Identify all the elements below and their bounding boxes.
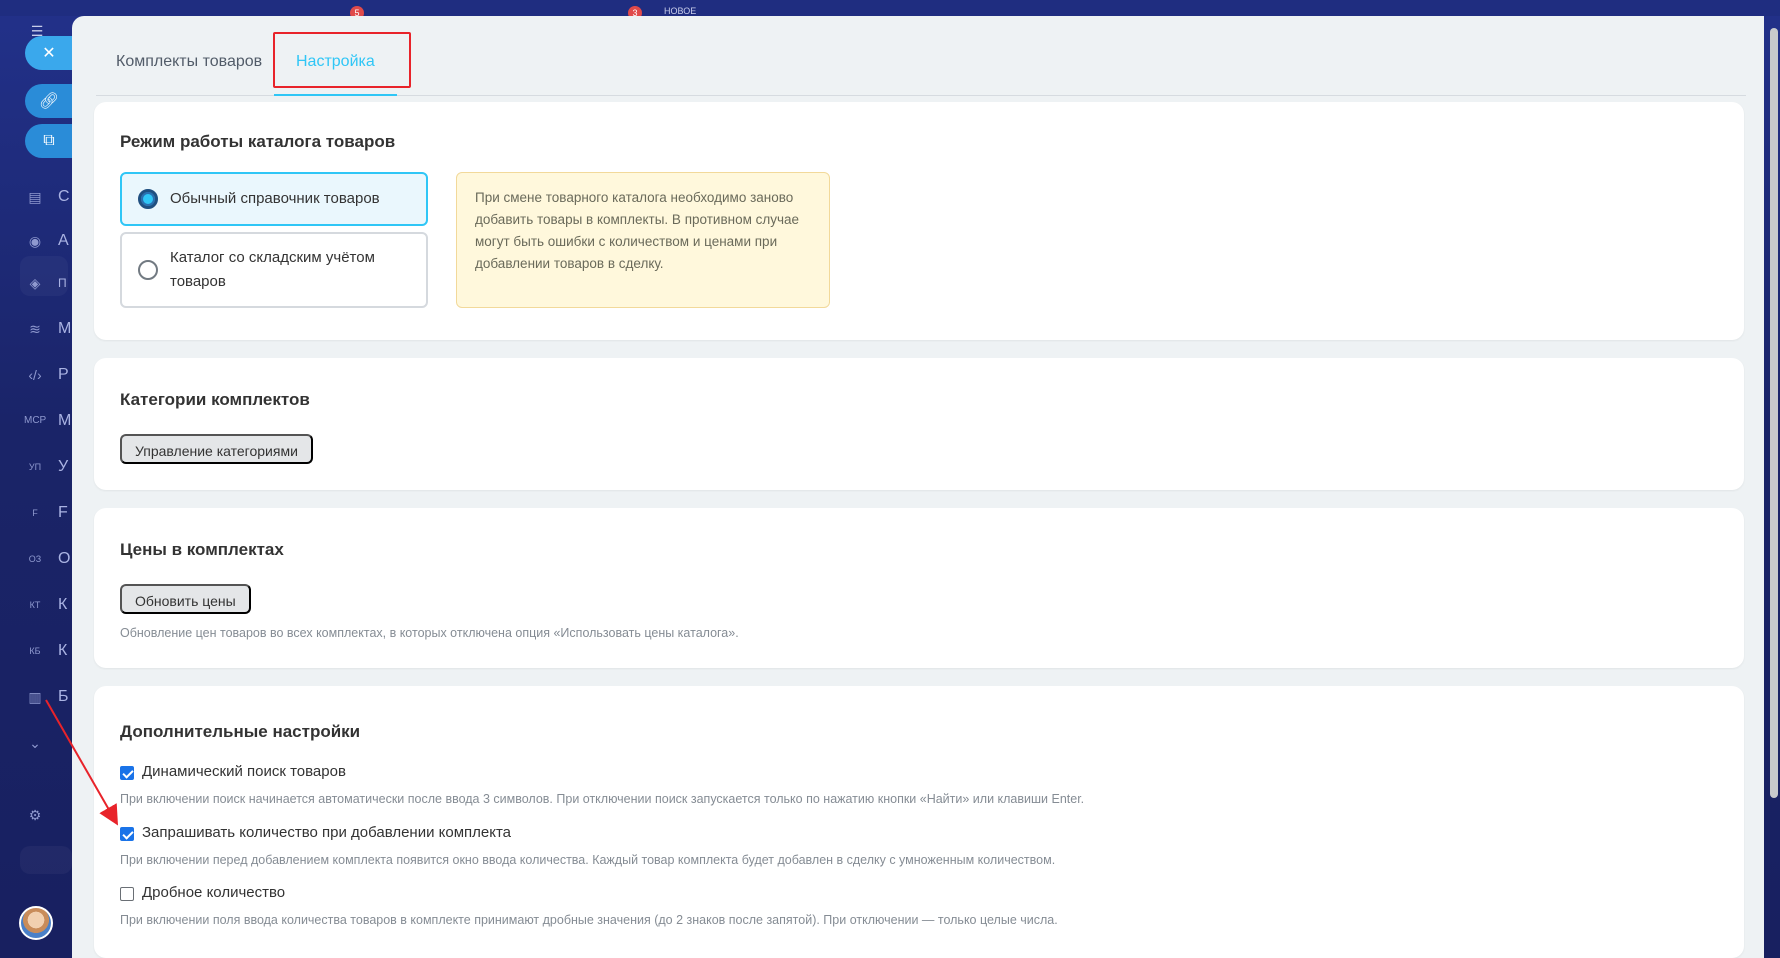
link-icon: 🔗︎ (38, 93, 60, 110)
close-slider-button[interactable]: ✕ (25, 36, 73, 70)
section-title: Режим работы каталога товаров (120, 132, 396, 151)
settings-slider: Комплекты товаров Настройка Режим работы… (72, 16, 1764, 958)
rail-label: Б (58, 688, 69, 705)
rail-label: М (58, 412, 72, 429)
warning-note: При смене товарного каталога необходимо … (456, 172, 830, 308)
checkbox-label[interactable]: Динамический поиск товаров (142, 763, 346, 780)
book-icon[interactable]: ▥ (24, 686, 46, 708)
close-icon: ✕ (42, 45, 56, 62)
card-icon[interactable]: ▤ (24, 186, 46, 208)
rail-label: Р (58, 366, 69, 383)
background-top-bar: 5 3 НОВОЕ (0, 0, 1780, 20)
tab-product-kits[interactable]: Комплекты товаров (116, 32, 262, 96)
rail-label: А (58, 232, 69, 249)
active-tab-indicator (274, 94, 397, 96)
option-label: Обычный справочник товаров (170, 190, 380, 207)
f-icon[interactable]: F (24, 502, 46, 524)
radio-unselected[interactable] (138, 260, 158, 280)
external-link-icon: ⧉ (43, 132, 55, 149)
mcp-icon[interactable]: МСР (24, 410, 46, 432)
up-icon[interactable]: УП (24, 456, 46, 478)
ask-quantity-checkbox[interactable] (120, 827, 134, 841)
dynamic-search-checkbox[interactable] (120, 766, 134, 780)
checkbox-label[interactable]: Дробное количество (142, 884, 285, 901)
catalog-option-simple[interactable]: Обычный справочник товаров (120, 172, 428, 226)
extra-settings-card: Дополнительные настройки Динамический по… (94, 686, 1744, 958)
checkbox-label[interactable]: Запрашивать количество при добавлении ко… (142, 824, 511, 841)
annotation-highlight-box (273, 32, 411, 88)
rail-label: П (58, 276, 67, 290)
option-label: Каталог со складским учётом товаров (170, 249, 375, 290)
update-prices-button[interactable]: Обновить цены (120, 584, 251, 614)
copy-link-button[interactable]: 🔗︎ (25, 84, 73, 118)
scrollbar[interactable] (1770, 28, 1778, 798)
categories-card: Категории комплектов Управление категори… (94, 358, 1744, 490)
rail-label: F (58, 504, 68, 521)
prices-hint: Обновление цен товаров во всех комплекта… (120, 626, 739, 640)
section-title: Категории комплектов (120, 390, 310, 409)
open-new-window-button[interactable]: ⧉ (25, 124, 73, 158)
radio-selected[interactable] (138, 189, 158, 209)
new-label: НОВОЕ (664, 6, 697, 16)
rail-label: О (58, 550, 71, 567)
setting-hint: При включении перед добавлением комплект… (120, 853, 1056, 867)
setting-hint: При включении поля ввода количества това… (120, 913, 1058, 927)
rail-label: К (58, 596, 68, 613)
tab-label: Комплекты товаров (116, 53, 263, 70)
fractional-quantity-checkbox[interactable] (120, 887, 134, 901)
avatar[interactable] (19, 906, 53, 940)
rail-item[interactable] (20, 846, 72, 874)
section-title: Дополнительные настройки (120, 722, 361, 741)
kb-icon[interactable]: КБ (24, 640, 46, 662)
catalog-option-warehouse[interactable]: Каталог со складским учётом товаров (120, 232, 428, 308)
gear-icon[interactable]: ⚙ (24, 804, 46, 826)
robot-icon[interactable]: ◉ (24, 230, 46, 252)
rail-label: М (58, 320, 72, 337)
waves-icon[interactable]: ≋ (24, 318, 46, 340)
oz-icon[interactable]: ОЗ (24, 548, 46, 570)
rail-label: К (58, 642, 68, 659)
catalog-mode-card: Режим работы каталога товаров Обычный сп… (94, 102, 1744, 340)
rail-label: У (58, 458, 69, 475)
box-icon[interactable]: ◈ (24, 272, 46, 294)
kt-icon[interactable]: КТ (24, 594, 46, 616)
code-icon[interactable]: ‹/› (24, 364, 46, 386)
setting-hint: При включении поиск начинается автоматич… (120, 792, 1085, 806)
rail-label: С (58, 188, 70, 205)
section-title: Цены в комплектах (120, 540, 284, 559)
manage-categories-button[interactable]: Управление категориями (120, 434, 313, 464)
chevron-down-icon[interactable]: ⌄ (24, 732, 46, 754)
prices-card: Цены в комплектах Обновить цены Обновлен… (94, 508, 1744, 668)
